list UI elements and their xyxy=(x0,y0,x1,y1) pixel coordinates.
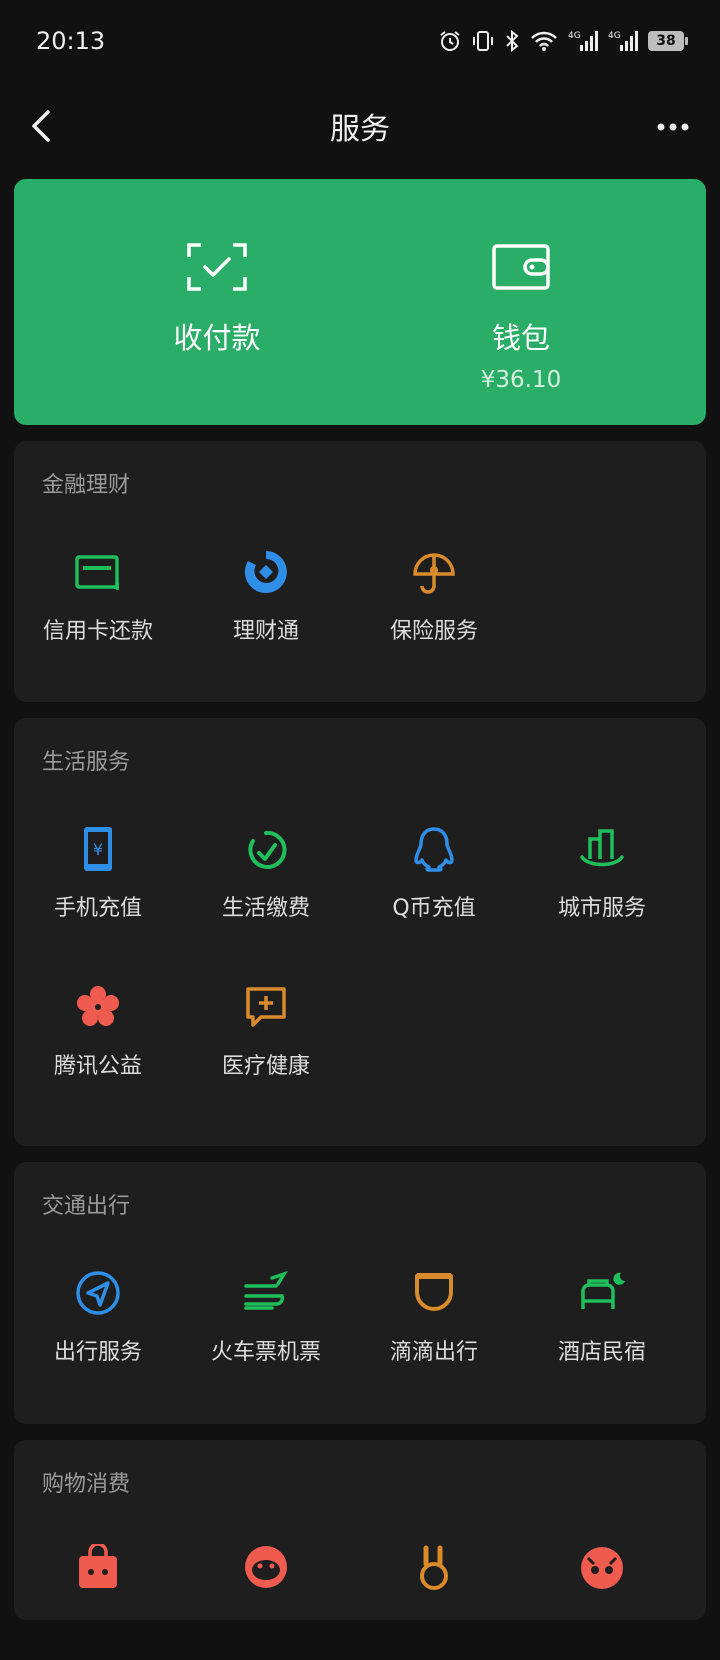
section-title: 生活服务 xyxy=(42,750,131,775)
status-time: 20:13 xyxy=(36,27,106,55)
grid-item-label: 生活缴费 xyxy=(221,896,310,921)
grid-item-label: 腾讯公益 xyxy=(53,1054,142,1079)
more-icon[interactable] xyxy=(648,112,698,142)
bluetooth-icon xyxy=(506,29,519,53)
page-title: 服务 xyxy=(330,112,390,147)
grid-item-rabbit-mascot[interactable] xyxy=(350,1540,518,1660)
grid-item-label: 城市服务 xyxy=(557,896,646,921)
grid-item-utility-payment[interactable]: 生活缴费 xyxy=(182,822,350,942)
grid-item-train-flight-tickets[interactable]: 火车票机票 xyxy=(182,1266,350,1386)
grid-item-label: 理财通 xyxy=(232,619,299,644)
section-life-services: 生活服务 ¥ 手机充值 生活缴费 Q币充值 城市服务 腾讯公益 医疗健康 xyxy=(14,718,706,1146)
wallet-balance: ¥36.10 xyxy=(480,367,562,393)
grid-item-label: 信用卡还款 xyxy=(42,619,153,644)
grid-item-hotel-homestay[interactable]: 酒店民宿 xyxy=(518,1266,686,1386)
signal-4g-icon: 4G xyxy=(608,31,638,51)
wallet-icon xyxy=(492,244,550,290)
grid-item-label: 手机充值 xyxy=(53,896,142,921)
section-title: 交通出行 xyxy=(42,1194,131,1219)
grid-item-cat-mascot[interactable] xyxy=(518,1540,686,1660)
grid-item-city-services[interactable]: 城市服务 xyxy=(518,822,686,942)
grid-item-insurance[interactable]: 保险服务 xyxy=(350,545,518,665)
status-icons: 4G 4G 38 xyxy=(438,29,688,53)
section-shopping: 购物消费 xyxy=(14,1440,706,1620)
pay-receive-label: 收付款 xyxy=(173,321,261,355)
section-title: 金融理财 xyxy=(42,473,131,498)
grid-item-label: 酒店民宿 xyxy=(557,1340,646,1365)
vibrate-icon xyxy=(473,31,493,51)
licaitong-icon xyxy=(239,545,293,599)
back-icon[interactable] xyxy=(22,106,62,146)
grid-item-credit-card-repay[interactable]: 信用卡还款 xyxy=(14,545,182,665)
cat-face-icon xyxy=(575,1540,629,1594)
pay-receive-button[interactable]: 收付款 xyxy=(44,179,390,425)
medical-cross-icon xyxy=(239,980,293,1034)
flower-icon xyxy=(71,980,125,1034)
insurance-umbrella-icon xyxy=(407,545,461,599)
grid-item-licaitong[interactable]: 理财通 xyxy=(182,545,350,665)
nav-bar: 服务 xyxy=(0,82,720,170)
phone-yuan-icon: ¥ xyxy=(71,822,125,876)
alarm-icon xyxy=(440,31,460,51)
payment-hero-card: 收付款 钱包 ¥36.10 xyxy=(14,179,706,425)
section-transport-travel: 交通出行 出行服务 火车票机票 滴滴出行 酒店民宿 xyxy=(14,1162,706,1424)
svg-text:4G: 4G xyxy=(608,31,621,41)
grid-item-label: 火车票机票 xyxy=(210,1340,321,1365)
credit-card-icon xyxy=(71,545,125,599)
grid-item-shopping-bag[interactable] xyxy=(14,1540,182,1660)
rabbit-icon xyxy=(407,1540,461,1594)
status-bar: 20:13 4G 4G 38 xyxy=(0,0,720,82)
grid-item-label: Q币充值 xyxy=(392,896,476,921)
grid-item-label: 出行服务 xyxy=(53,1340,142,1365)
grid-item-label: 医疗健康 xyxy=(221,1054,310,1079)
shopping-bag-icon xyxy=(71,1540,125,1594)
grid-item-healthcare[interactable]: 医疗健康 xyxy=(182,980,350,1100)
navigation-arrow-icon xyxy=(71,1266,125,1320)
grid-item-label: 保险服务 xyxy=(389,619,478,644)
dog-face-icon xyxy=(239,1540,293,1594)
grid-item-travel-services[interactable]: 出行服务 xyxy=(14,1266,182,1386)
didi-icon xyxy=(407,1266,461,1320)
wallet-button[interactable]: 钱包 ¥36.10 xyxy=(348,179,694,425)
section-finance: 金融理财 信用卡还款 理财通 保险服务 xyxy=(14,441,706,702)
grid-item-mobile-topup[interactable]: ¥ 手机充值 xyxy=(14,822,182,942)
battery-level: 38 xyxy=(656,33,676,49)
signal-4g-icon: 4G xyxy=(568,31,598,51)
scan-check-icon xyxy=(187,243,247,291)
grid-item-dog-mascot[interactable] xyxy=(182,1540,350,1660)
grid-item-didi[interactable]: 滴滴出行 xyxy=(350,1266,518,1386)
section-title: 购物消费 xyxy=(42,1472,131,1497)
wifi-icon xyxy=(531,31,557,51)
grid-item-label: 滴滴出行 xyxy=(389,1340,478,1365)
wallet-label: 钱包 xyxy=(491,321,550,355)
battery-icon: 38 xyxy=(648,31,688,51)
svg-text:4G: 4G xyxy=(568,31,581,41)
grid-item-tencent-charity[interactable]: 腾讯公益 xyxy=(14,980,182,1100)
city-buildings-icon xyxy=(575,822,629,876)
qq-penguin-icon xyxy=(407,822,461,876)
bed-moon-icon xyxy=(575,1266,629,1320)
utility-payment-icon xyxy=(239,822,293,876)
svg-text:¥: ¥ xyxy=(93,840,103,859)
train-plane-icon xyxy=(239,1266,293,1320)
grid-item-qcoin-topup[interactable]: Q币充值 xyxy=(350,822,518,942)
